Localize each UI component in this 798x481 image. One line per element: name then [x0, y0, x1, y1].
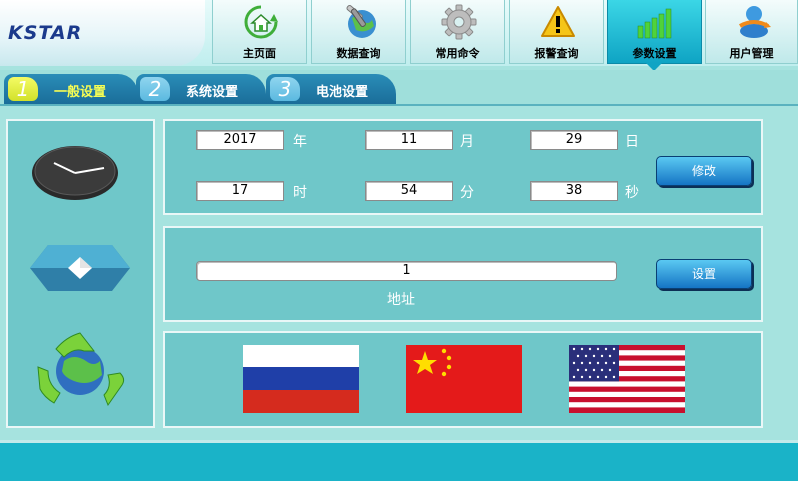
year-field[interactable]: 2017: [196, 130, 284, 150]
kstar-logo: KSTAR: [8, 22, 83, 44]
minute-unit: 分: [460, 185, 474, 201]
nav-home-button[interactable]: 主页面: [212, 0, 307, 64]
nav-user-management-label: 用户管理: [729, 47, 774, 60]
nav-parameter-settings-button[interactable]: 参数设置: [607, 0, 702, 64]
tab-number: 1: [8, 77, 38, 101]
usa-flag[interactable]: [569, 345, 685, 413]
users-icon: [739, 6, 771, 38]
tab-battery-settings[interactable]: 3 电池设置: [266, 74, 396, 104]
logo-area: KSTAR: [0, 0, 205, 66]
nav-data-query-button[interactable]: 数据查询: [311, 0, 406, 64]
set-address-button[interactable]: 设置: [656, 259, 752, 289]
tab-label: 一般设置: [54, 85, 107, 100]
day-unit: 日: [625, 134, 639, 150]
month-field[interactable]: 11: [365, 130, 453, 150]
tab-number: 3: [270, 77, 300, 101]
address-label: 地址: [387, 292, 415, 308]
nav-data-query-label: 数据查询: [336, 47, 381, 60]
warning-icon: [541, 6, 575, 37]
second-field[interactable]: 38: [530, 181, 618, 201]
russian-flag[interactable]: [243, 345, 359, 413]
gear-icon: [441, 4, 477, 40]
nav-home-label: 主页面: [243, 47, 276, 60]
day-field[interactable]: 29: [530, 130, 618, 150]
nav-common-commands-button[interactable]: 常用命令: [410, 0, 505, 64]
nav-alarm-query-label: 报警查询: [534, 47, 579, 60]
address-panel: 1 地址 设置: [163, 226, 763, 322]
recycle-globe-icon: [37, 332, 125, 407]
minute-field[interactable]: 54: [365, 181, 453, 201]
year-unit: 年: [293, 134, 307, 150]
nav-common-commands-label: 常用命令: [435, 47, 480, 60]
tab-strip-divider: [0, 104, 798, 106]
tab-number: 2: [140, 77, 170, 101]
language-panel: [163, 331, 763, 428]
globe-tools-icon: [346, 5, 376, 38]
month-unit: 月: [460, 134, 474, 150]
datetime-panel: 2017 年 11 月 29 日 17 时 54 分 38 秒 修改: [163, 119, 763, 215]
nav-user-management-button[interactable]: 用户管理: [705, 0, 798, 64]
bars-icon: [637, 8, 672, 39]
tab-system-settings[interactable]: 2 系统设置: [136, 74, 266, 104]
modify-button[interactable]: 修改: [656, 156, 752, 186]
address-field[interactable]: 1: [196, 261, 617, 281]
tab-general-settings[interactable]: 1 一般设置: [4, 74, 138, 104]
clock-icon: [32, 146, 118, 200]
second-unit: 秒: [625, 185, 639, 201]
tab-label: 电池设置: [316, 85, 369, 100]
hour-unit: 时: [293, 185, 307, 201]
home-icon: [244, 5, 278, 39]
bottom-status-bar: [0, 440, 798, 481]
address-cube-icon: [30, 245, 130, 291]
hour-field[interactable]: 17: [196, 181, 284, 201]
nav-alarm-query-button[interactable]: 报警查询: [509, 0, 604, 64]
left-icon-panel: [6, 119, 155, 428]
nav-parameter-settings-label: 参数设置: [632, 47, 677, 60]
tab-label: 系统设置: [186, 85, 239, 100]
china-flag[interactable]: [406, 345, 522, 413]
